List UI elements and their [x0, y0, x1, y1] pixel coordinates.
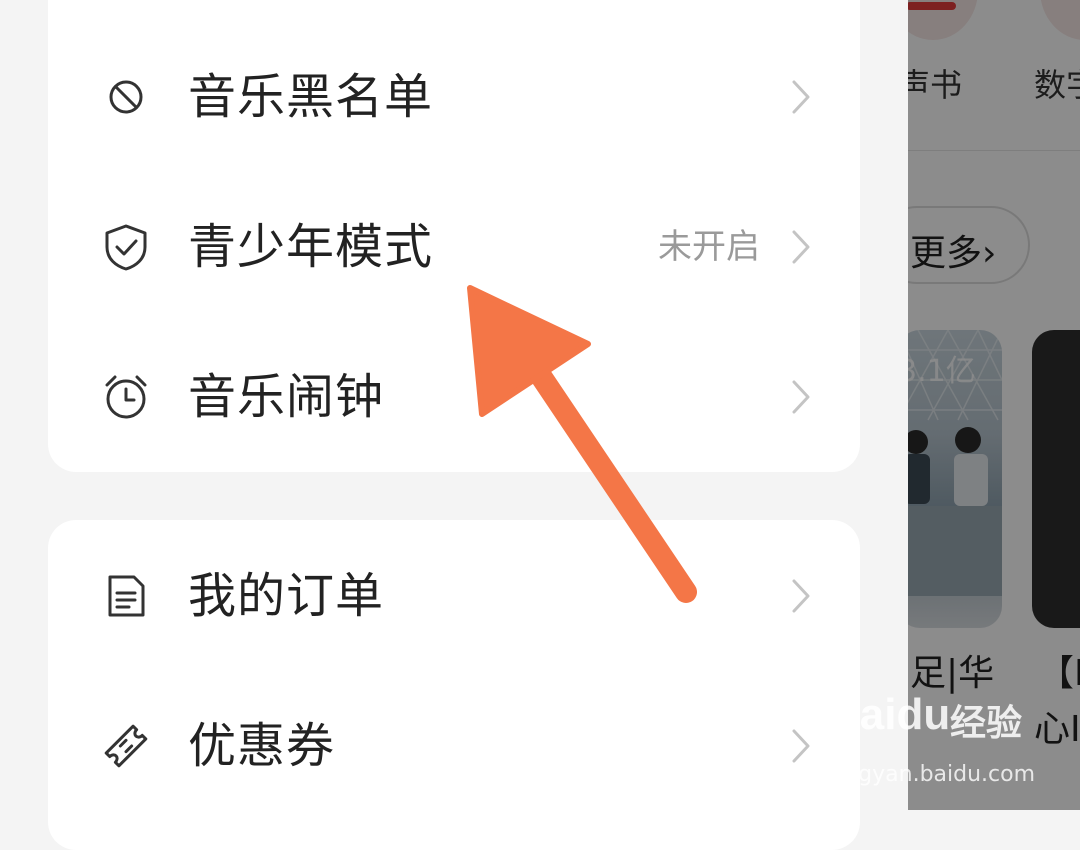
annotation-arrow	[467, 285, 697, 603]
watermark-brand-cn: 经验	[950, 703, 1023, 744]
watermark-brand: Baidu	[828, 690, 951, 739]
baidu-jingyan-watermark: Baidu 经验 jingyan.baidu.com	[828, 690, 1068, 800]
watermark-url: jingyan.baidu.com	[832, 762, 1036, 787]
